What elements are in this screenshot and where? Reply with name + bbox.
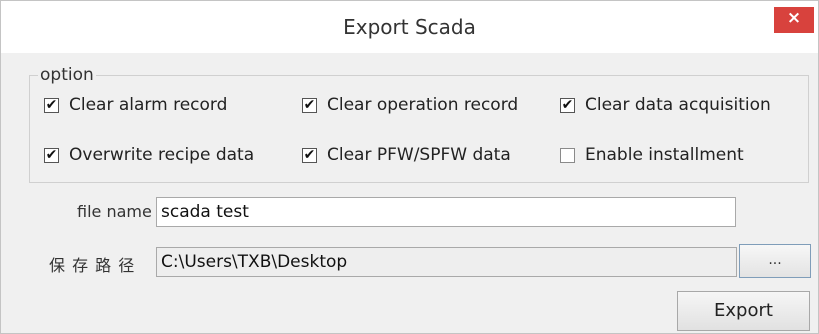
enable-installment-checkbox[interactable]: Enable installment (560, 142, 744, 168)
checkmark-icon: ✔ (303, 147, 316, 163)
checkbox-label: Enable installment (585, 145, 744, 165)
checkbox-box[interactable] (560, 147, 575, 163)
checkmark-icon: ✔ (45, 97, 58, 113)
option-group-legend: option (38, 65, 96, 85)
checkbox-box[interactable]: ✔ (302, 97, 317, 113)
checkbox-label: Clear alarm record (69, 95, 228, 115)
checkbox-box[interactable]: ✔ (44, 147, 59, 163)
checkbox-box[interactable]: ✔ (560, 97, 575, 113)
clear-pfw-spfw-data-checkbox[interactable]: ✔ Clear PFW/SPFW data (302, 142, 511, 168)
overwrite-recipe-data-checkbox[interactable]: ✔ Overwrite recipe data (44, 142, 254, 168)
option-group: option ✔ Clear alarm record ✔ Clear oper… (29, 65, 809, 183)
file-name-input[interactable]: scada test (156, 197, 736, 227)
checkmark-icon: ✔ (45, 147, 58, 163)
close-button[interactable]: × (774, 7, 814, 33)
save-path-label: 保 存 路 径 (49, 256, 136, 275)
file-name-label: file name (77, 202, 152, 221)
checkbox-box[interactable]: ✔ (302, 147, 317, 163)
dialog-title: Export Scada (343, 15, 476, 39)
clear-data-acquisition-checkbox[interactable]: ✔ Clear data acquisition (560, 92, 771, 118)
checkmark-icon: ✔ (303, 97, 316, 113)
checkbox-label: Clear operation record (327, 95, 519, 115)
checkbox-label: Overwrite recipe data (69, 145, 255, 165)
close-icon: × (786, 8, 802, 28)
title-bar: Export Scada × (1, 1, 818, 53)
export-button[interactable]: Export (677, 291, 810, 331)
checkbox-box[interactable]: ✔ (44, 97, 59, 113)
clear-operation-record-checkbox[interactable]: ✔ Clear operation record (302, 92, 518, 118)
export-scada-dialog: Export Scada × option ✔ Clear alarm reco… (0, 0, 819, 334)
checkbox-label: Clear data acquisition (585, 95, 771, 115)
checkbox-label: Clear PFW/SPFW data (327, 145, 511, 165)
checkmark-icon: ✔ (561, 97, 574, 113)
save-path-input[interactable]: C:\Users\TXB\Desktop (156, 247, 737, 277)
browse-button[interactable]: ... (739, 244, 811, 278)
clear-alarm-record-checkbox[interactable]: ✔ Clear alarm record (44, 92, 227, 118)
